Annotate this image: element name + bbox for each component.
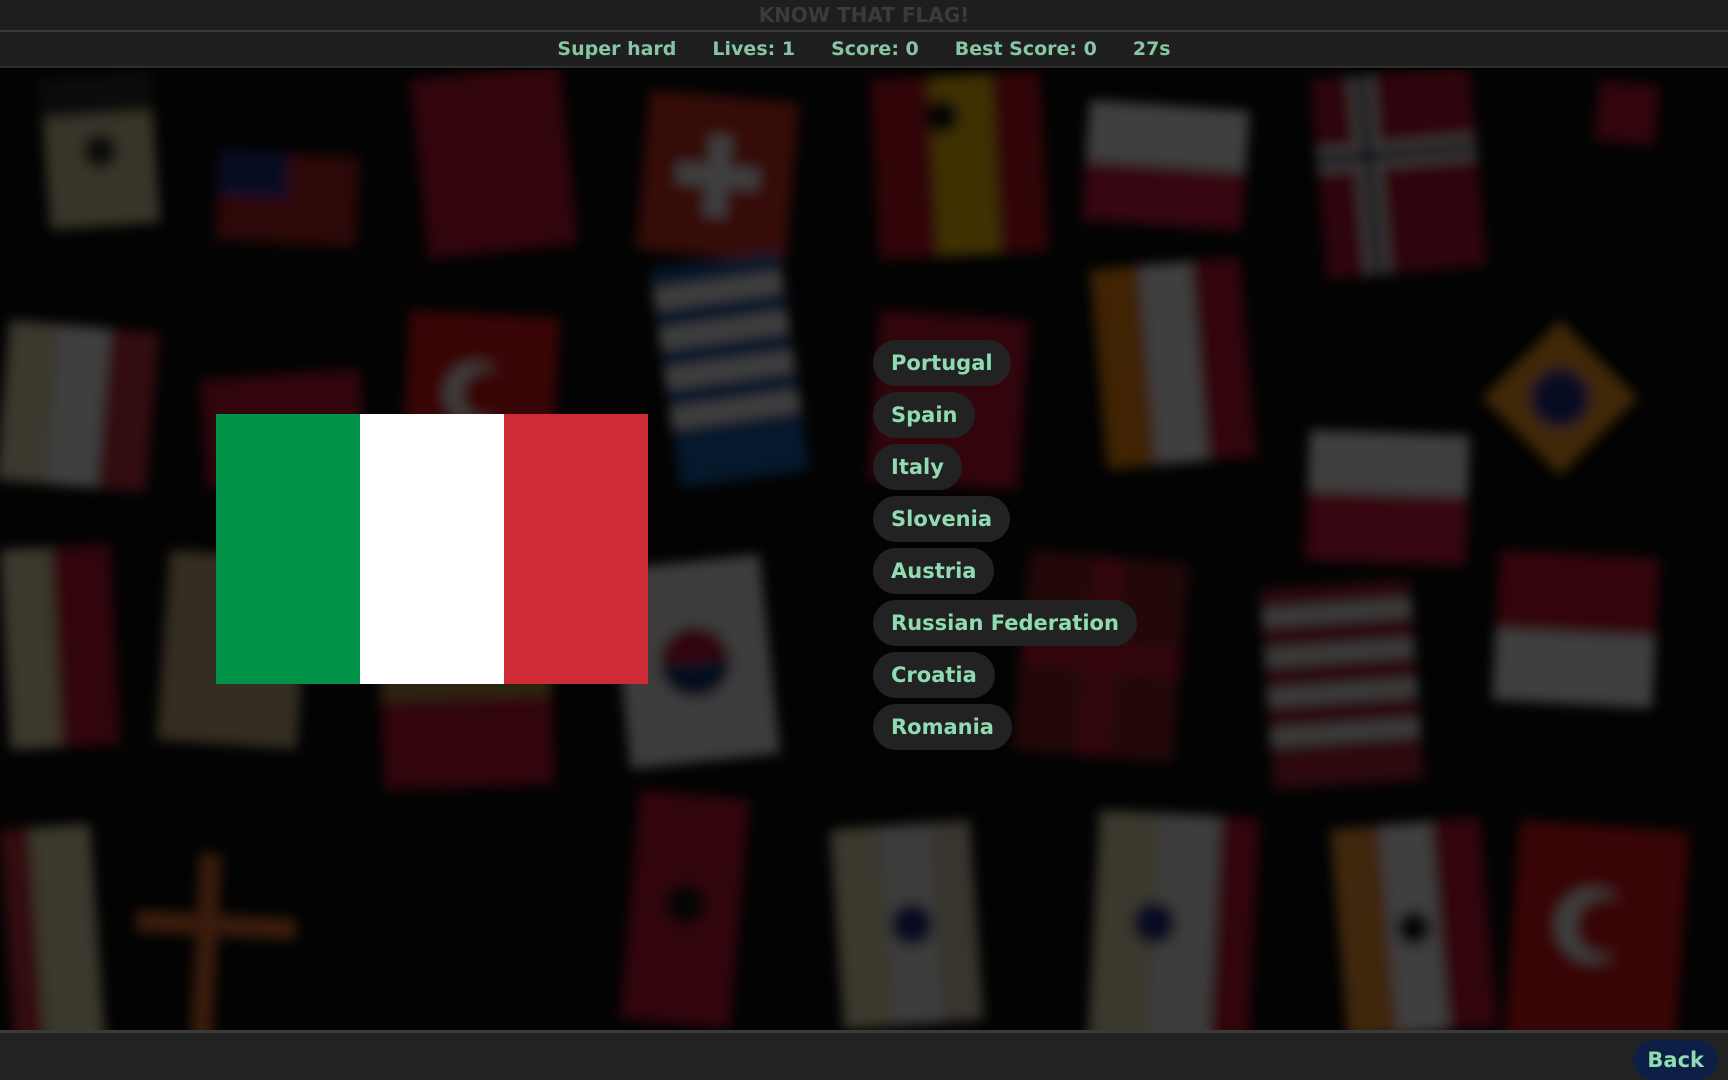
flag-band-red (504, 414, 648, 684)
answer-button-russian-federation[interactable]: Russian Federation (873, 600, 1137, 646)
best-score-counter: Best Score: 0 (955, 38, 1097, 60)
flag-band-green (216, 414, 360, 684)
flag-band-white (360, 414, 504, 684)
lives-counter: Lives: 1 (712, 38, 795, 60)
title-bar: KNOW THAT FLAG! (0, 0, 1728, 32)
bottom-bar: Back (0, 1030, 1728, 1080)
answer-button-croatia[interactable]: Croatia (873, 652, 995, 698)
answer-button-slovenia[interactable]: Slovenia (873, 496, 1010, 542)
answer-button-spain[interactable]: Spain (873, 392, 975, 438)
status-bar: Super hard Lives: 1 Score: 0 Best Score:… (0, 32, 1728, 68)
game-screen: KNOW THAT FLAG! Super hard Lives: 1 Scor… (0, 0, 1728, 1080)
back-button[interactable]: Back (1633, 1040, 1718, 1080)
difficulty-label: Super hard (557, 38, 676, 60)
answer-button-italy[interactable]: Italy (873, 444, 962, 490)
answer-button-romania[interactable]: Romania (873, 704, 1012, 750)
italy-flag-icon (216, 414, 648, 684)
answer-options: Portugal Spain Italy Slovenia Austria Ru… (873, 340, 1137, 756)
score-counter: Score: 0 (831, 38, 919, 60)
answer-button-austria[interactable]: Austria (873, 548, 994, 594)
app-title: KNOW THAT FLAG! (759, 0, 970, 30)
answer-button-portugal[interactable]: Portugal (873, 340, 1011, 386)
timer: 27s (1133, 38, 1171, 60)
